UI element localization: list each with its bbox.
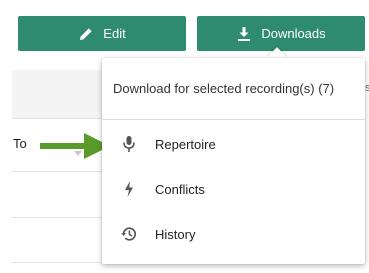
table-header-band bbox=[12, 70, 107, 118]
table-row-divider bbox=[12, 262, 107, 263]
menu-item-label: Repertoire bbox=[155, 136, 216, 152]
dropdown-header: Download for selected recording(s) (7) bbox=[113, 81, 335, 96]
table-row-divider bbox=[12, 217, 107, 218]
clipped-text: s bbox=[365, 82, 369, 94]
download-icon bbox=[236, 26, 252, 42]
pencil-icon bbox=[78, 26, 94, 42]
downloads-button[interactable]: Downloads bbox=[197, 16, 365, 51]
menu-item-history[interactable]: History bbox=[102, 214, 365, 254]
microphone-icon bbox=[119, 135, 139, 153]
lightning-bolt-icon bbox=[119, 180, 139, 198]
menu-item-repertoire[interactable]: Repertoire bbox=[102, 124, 365, 164]
menu-item-label: Conflicts bbox=[155, 181, 205, 197]
dropdown-separator bbox=[102, 119, 365, 120]
history-icon bbox=[119, 225, 139, 243]
edit-button-label: Edit bbox=[103, 26, 126, 41]
menu-item-label: History bbox=[155, 226, 196, 242]
table-divider bbox=[12, 118, 107, 119]
column-header-to[interactable]: To bbox=[13, 136, 27, 151]
menu-item-conflicts[interactable]: Conflicts bbox=[102, 169, 365, 209]
downloads-dropdown-menu: Download for selected recording(s) (7) R… bbox=[102, 58, 365, 264]
downloads-button-label: Downloads bbox=[261, 26, 326, 41]
edit-button[interactable]: Edit bbox=[18, 16, 186, 51]
table-row-divider bbox=[12, 171, 107, 172]
